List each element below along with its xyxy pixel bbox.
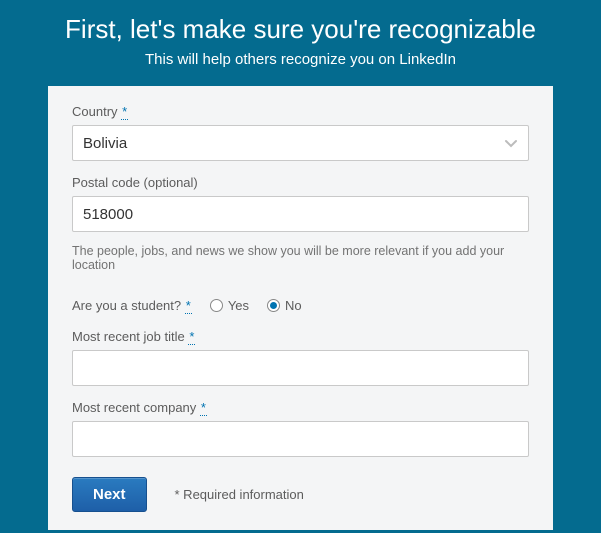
company-field: Most recent company * bbox=[72, 400, 529, 457]
form-footer: Next * Required information bbox=[72, 477, 529, 512]
location-helper-text: The people, jobs, and news we show you w… bbox=[72, 244, 529, 272]
country-label-text: Country bbox=[72, 104, 118, 119]
job-title-input[interactable] bbox=[72, 350, 529, 386]
country-label: Country * bbox=[72, 104, 529, 119]
page-header: First, let's make sure you're recognizab… bbox=[0, 0, 601, 86]
radio-icon bbox=[210, 299, 223, 312]
postal-label: Postal code (optional) bbox=[72, 175, 529, 190]
country-field: Country * Bolivia bbox=[72, 104, 529, 161]
radio-label-no: No bbox=[285, 298, 302, 313]
required-marker: * bbox=[200, 400, 207, 416]
radio-label-yes: Yes bbox=[228, 298, 249, 313]
student-label: Are you a student? * bbox=[72, 298, 192, 313]
profile-setup-form: Country * Bolivia Postal code (optional)… bbox=[48, 86, 553, 530]
job-title-field: Most recent job title * bbox=[72, 329, 529, 386]
page-title: First, let's make sure you're recognizab… bbox=[20, 14, 581, 45]
next-button[interactable]: Next bbox=[72, 477, 147, 512]
required-marker: * bbox=[185, 298, 192, 314]
country-select[interactable]: Bolivia bbox=[72, 125, 529, 161]
required-marker: * bbox=[121, 104, 128, 120]
postal-field: Postal code (optional) bbox=[72, 175, 529, 232]
company-label-text: Most recent company bbox=[72, 400, 196, 415]
required-marker: * bbox=[188, 329, 195, 345]
student-label-text: Are you a student? bbox=[72, 298, 181, 313]
student-question-row: Are you a student? * Yes No bbox=[72, 298, 529, 313]
job-title-label: Most recent job title * bbox=[72, 329, 529, 344]
company-input[interactable] bbox=[72, 421, 529, 457]
page-subtitle: This will help others recognize you on L… bbox=[20, 51, 581, 68]
student-no-option[interactable]: No bbox=[267, 298, 302, 313]
company-label: Most recent company * bbox=[72, 400, 529, 415]
radio-icon bbox=[267, 299, 280, 312]
student-yes-option[interactable]: Yes bbox=[210, 298, 249, 313]
job-title-label-text: Most recent job title bbox=[72, 329, 185, 344]
required-info-note: * Required information bbox=[175, 487, 304, 502]
chevron-down-icon bbox=[504, 136, 518, 150]
postal-input[interactable] bbox=[72, 196, 529, 232]
country-select-value: Bolivia bbox=[83, 135, 504, 152]
